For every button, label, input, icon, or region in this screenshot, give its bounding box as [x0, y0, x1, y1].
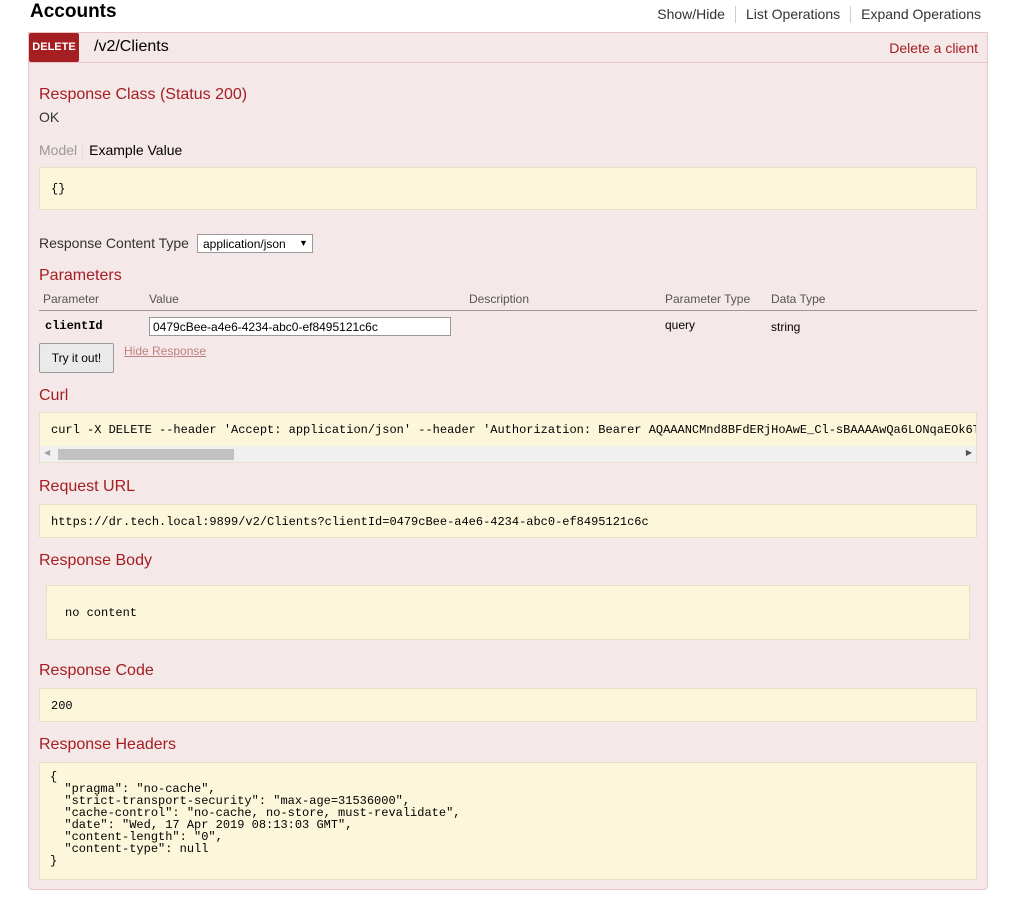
col-value: Value: [149, 292, 179, 306]
expand-operations-link[interactable]: Expand Operations: [850, 6, 981, 23]
try-it-out-button[interactable]: Try it out!: [39, 343, 114, 373]
response-headers-title: Response Headers: [39, 736, 176, 753]
example-value-text: {}: [51, 182, 66, 196]
param-name: clientId: [45, 319, 103, 333]
parameters-title: Parameters: [39, 267, 122, 284]
operation-path[interactable]: /v2/Clients: [94, 38, 169, 56]
col-parameter: Parameter: [43, 292, 100, 306]
response-class-value: OK: [39, 109, 60, 125]
curl-box: curl -X DELETE --header 'Accept: applica…: [39, 412, 977, 447]
http-method-badge[interactable]: DELETE: [29, 33, 79, 62]
example-value-box: {}: [39, 167, 977, 210]
curl-text: curl -X DELETE --header 'Accept: applica…: [51, 423, 977, 437]
list-operations-link[interactable]: List Operations: [734, 6, 850, 23]
operation-summary[interactable]: Delete a client: [889, 40, 978, 56]
request-url-box: https://dr.tech.local:9899/v2/Clients?cl…: [39, 504, 977, 538]
response-code-box: 200: [39, 688, 977, 722]
tab-example-value[interactable]: Example Value: [83, 142, 182, 158]
curl-horizontal-scrollbar[interactable]: ◀ ▶: [39, 446, 977, 463]
content-type-select[interactable]: application/json: [197, 234, 313, 253]
col-parameter-type: Parameter Type: [665, 292, 751, 306]
tab-model[interactable]: Model: [39, 142, 84, 158]
model-tabs: Model Example Value: [39, 142, 182, 158]
param-type: query: [665, 318, 696, 332]
hide-response-link[interactable]: Hide Response: [124, 344, 206, 358]
operation-panel: DELETE /v2/Clients Delete a client Respo…: [28, 32, 988, 890]
request-url-title: Request URL: [39, 478, 136, 495]
resource-links: Show/Hide List Operations Expand Operati…: [647, 6, 981, 23]
param-data-type: string: [771, 320, 801, 334]
client-id-input[interactable]: [149, 317, 451, 336]
resource-title[interactable]: Accounts: [30, 1, 117, 23]
content-type-label: Response Content Type: [39, 235, 189, 251]
col-data-type: Data Type: [771, 292, 826, 306]
response-code-title: Response Code: [39, 662, 154, 679]
col-description: Description: [469, 292, 530, 306]
table-divider: [39, 310, 977, 311]
resource-header: Accounts Show/Hide List Operations Expan…: [0, 0, 1017, 32]
scroll-left-icon[interactable]: ◀: [44, 448, 50, 457]
response-body-title: Response Body: [39, 552, 152, 569]
response-body-box: no content: [46, 585, 970, 640]
operation-heading[interactable]: DELETE /v2/Clients Delete a client: [29, 33, 987, 63]
response-headers-text: { "pragma": "no-cache", "strict-transpor…: [50, 770, 461, 868]
response-class-title: Response Class (Status 200): [39, 86, 248, 103]
request-url-text: https://dr.tech.local:9899/v2/Clients?cl…: [51, 515, 649, 529]
scroll-right-icon[interactable]: ▶: [966, 448, 972, 457]
response-code-text: 200: [51, 699, 73, 713]
curl-title: Curl: [39, 387, 69, 404]
response-body-text: no content: [65, 606, 138, 620]
response-headers-box: { "pragma": "no-cache", "strict-transpor…: [39, 762, 977, 880]
show-hide-link[interactable]: Show/Hide: [647, 6, 735, 23]
scrollbar-thumb[interactable]: [58, 449, 234, 460]
